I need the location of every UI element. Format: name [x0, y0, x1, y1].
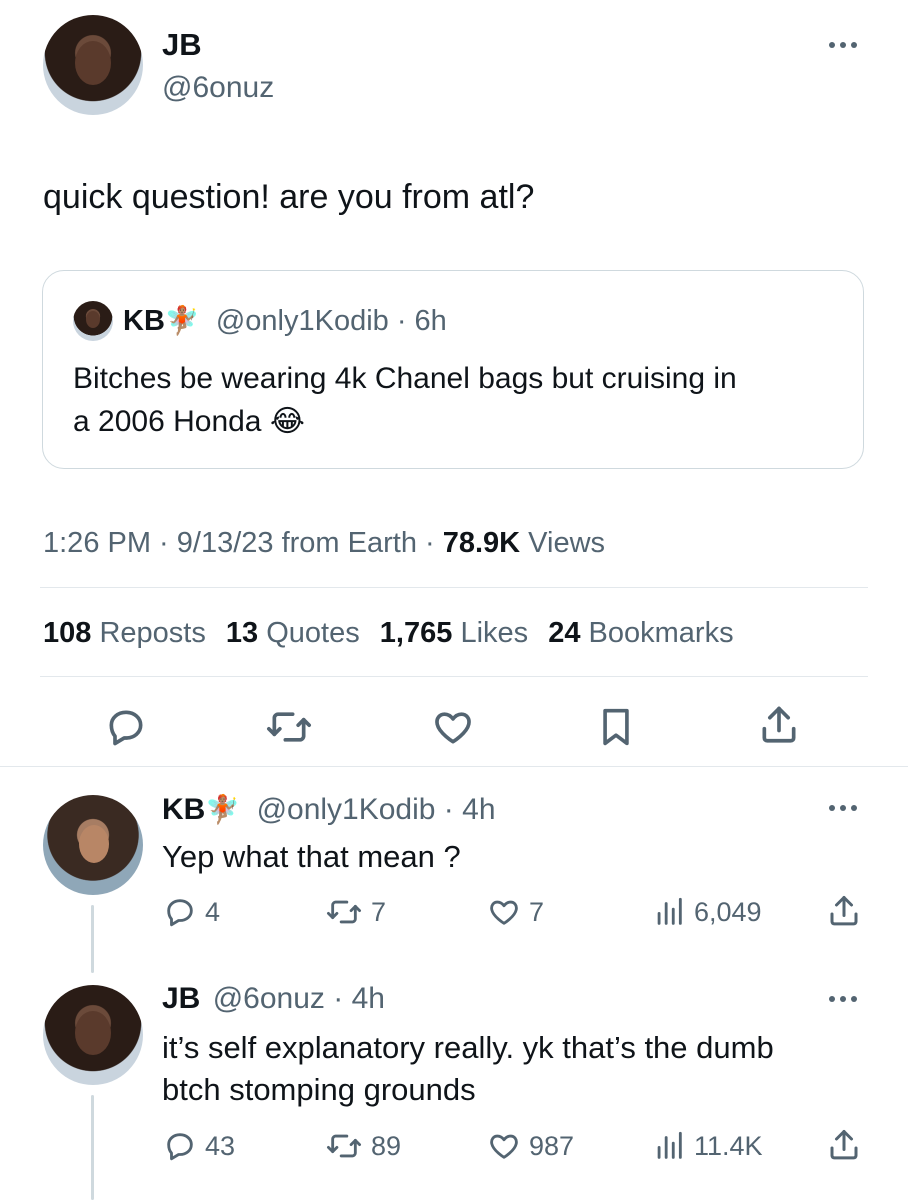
bar-chart-icon — [657, 1131, 682, 1159]
reply-author-name[interactable]: KB — [162, 793, 205, 826]
heart-icon — [435, 712, 471, 744]
reply-avatar[interactable] — [43, 795, 143, 895]
more-dots-icon[interactable] — [829, 996, 857, 1002]
reply-replies-count: 4 — [205, 896, 221, 927]
reply-author-emoji: 🧚🏽 — [205, 794, 241, 825]
quoted-time: · 6h — [388, 305, 447, 337]
reply-avatar[interactable] — [43, 985, 143, 1085]
divider — [40, 676, 868, 677]
reply-text: Yep what that mean ? — [162, 839, 461, 874]
thread-line — [91, 905, 94, 973]
bookmarks-count: 24 — [548, 617, 581, 649]
laughing-emoji: 😂 — [269, 405, 305, 438]
reply-reply-button[interactable]: 43 — [163, 1129, 235, 1163]
reply-text-line2: btch stomping grounds — [162, 1072, 476, 1107]
reply-views-count: 11.4K — [694, 1130, 763, 1161]
author-avatar[interactable] — [43, 15, 143, 115]
share-upload-icon — [830, 896, 858, 926]
quoted-tweet-card[interactable]: KB🧚🏽 @only1Kodib · 6h Bitches be wearing… — [42, 270, 864, 469]
bookmark-icon — [603, 708, 629, 746]
quoted-text-line2: a 2006 Honda — [73, 405, 262, 438]
reply-time[interactable]: · 4h — [325, 982, 385, 1015]
quoted-author-avatar — [73, 301, 113, 341]
share-upload-icon — [830, 1130, 858, 1160]
quotes-count: 13 — [225, 617, 259, 649]
reply-like-button[interactable]: 987 — [487, 1129, 574, 1163]
heart-icon — [490, 900, 518, 925]
repost-arrows-icon — [267, 712, 311, 742]
tweet-text: quick question! are you from atl? — [43, 178, 535, 216]
likes-count: 1,765 — [379, 617, 453, 649]
views-count: 78.9K — [442, 527, 521, 559]
reply-reply-button[interactable]: 4 — [163, 895, 220, 929]
quotes-stat[interactable]: 13 Quotes — [226, 617, 360, 649]
reply-repost-button[interactable]: 89 — [325, 1129, 401, 1163]
bookmarks-stat[interactable]: 24 Bookmarks — [548, 617, 733, 649]
reply-likes-count: 987 — [529, 1130, 575, 1161]
share-button[interactable] — [757, 703, 801, 752]
reply-repost-button[interactable]: 7 — [325, 895, 386, 929]
speech-bubble-icon — [109, 710, 143, 746]
repost-button[interactable] — [265, 705, 313, 754]
bar-chart-icon — [657, 897, 682, 925]
reply-reposts-count: 89 — [371, 1130, 402, 1161]
reposts-stat[interactable]: 108 Reposts — [43, 617, 206, 649]
reply-text-line1: it’s self explanatory really. yk that’s … — [162, 1030, 774, 1065]
reply-author-name[interactable]: JB — [162, 982, 200, 1015]
bookmark-button[interactable] — [596, 705, 636, 754]
views-label: Views — [520, 527, 606, 559]
likes-label: Likes — [460, 617, 529, 649]
reply-replies-count: 43 — [205, 1130, 236, 1161]
quoted-author-emoji: 🧚🏽 — [164, 305, 200, 336]
author-name[interactable]: JB — [162, 27, 202, 63]
author-handle[interactable]: @6onuz — [162, 70, 274, 106]
reply-share-button[interactable] — [826, 1127, 862, 1163]
thread-line — [91, 1095, 94, 1200]
reply-views-count: 6,049 — [694, 896, 762, 927]
reposts-count: 108 — [43, 617, 92, 649]
repost-arrows-icon — [326, 1134, 361, 1158]
quoted-author-handle: @only1Kodib — [215, 305, 389, 337]
like-button[interactable] — [431, 705, 475, 754]
quoted-author-name: KB — [123, 305, 165, 337]
reply-share-button[interactable] — [826, 893, 862, 929]
repost-arrows-icon — [326, 900, 361, 924]
reply-views-button[interactable]: 6,049 — [652, 895, 762, 929]
reply-reposts-count: 7 — [371, 896, 387, 927]
divider — [40, 587, 868, 588]
speech-bubble-icon — [167, 899, 193, 927]
bookmarks-label: Bookmarks — [588, 617, 734, 649]
speech-bubble-icon — [167, 1133, 193, 1161]
heart-icon — [490, 1134, 518, 1159]
reply-like-button[interactable]: 7 — [487, 895, 544, 929]
quotes-label: Quotes — [266, 617, 360, 649]
reply-likes-count: 7 — [529, 896, 545, 927]
reply-time[interactable]: · 4h — [435, 793, 496, 826]
quoted-text-line1: Bitches be wearing 4k Chanel bags but cr… — [73, 362, 737, 395]
section-divider — [0, 766, 908, 767]
reply-author-handle[interactable]: @only1Kodib — [257, 793, 436, 826]
share-upload-icon — [762, 706, 796, 743]
reposts-label: Reposts — [99, 617, 206, 649]
tweet-timestamp[interactable]: 1:26 PM · 9/13/23 from Earth · — [43, 527, 443, 559]
more-dots-icon[interactable] — [829, 805, 857, 811]
reply-author-handle[interactable]: @6onuz — [213, 982, 325, 1015]
reply-button[interactable] — [104, 705, 148, 754]
more-dots-icon[interactable] — [829, 42, 857, 48]
likes-stat[interactable]: 1,765 Likes — [380, 617, 528, 649]
reply-views-button[interactable]: 11.4K — [652, 1129, 763, 1163]
